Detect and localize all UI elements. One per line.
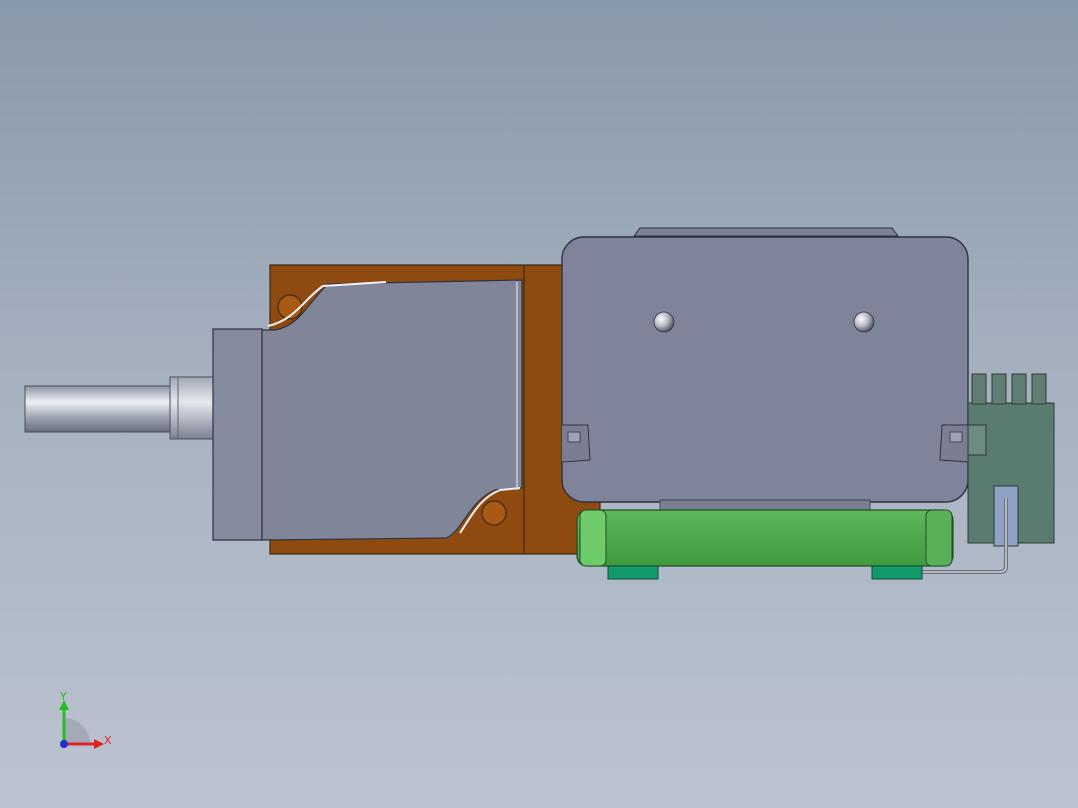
shaft[interactable] <box>24 376 217 440</box>
motor-housing[interactable] <box>212 279 523 541</box>
reference-triad[interactable]: X Y <box>59 690 112 749</box>
gearbox-cover[interactable] <box>561 227 969 511</box>
z-axis-dot <box>60 740 68 748</box>
graphics-viewport[interactable]: X Y <box>0 0 1078 808</box>
y-axis-label: Y <box>59 690 67 703</box>
x-axis-label: X <box>104 734 112 747</box>
screw-head-right <box>853 311 875 333</box>
base-block[interactable] <box>576 509 954 567</box>
screw-head-left <box>653 311 675 333</box>
connector-header[interactable] <box>967 373 1055 547</box>
model-canvas[interactable]: X Y <box>0 0 1078 808</box>
mount-feet[interactable] <box>607 565 923 580</box>
